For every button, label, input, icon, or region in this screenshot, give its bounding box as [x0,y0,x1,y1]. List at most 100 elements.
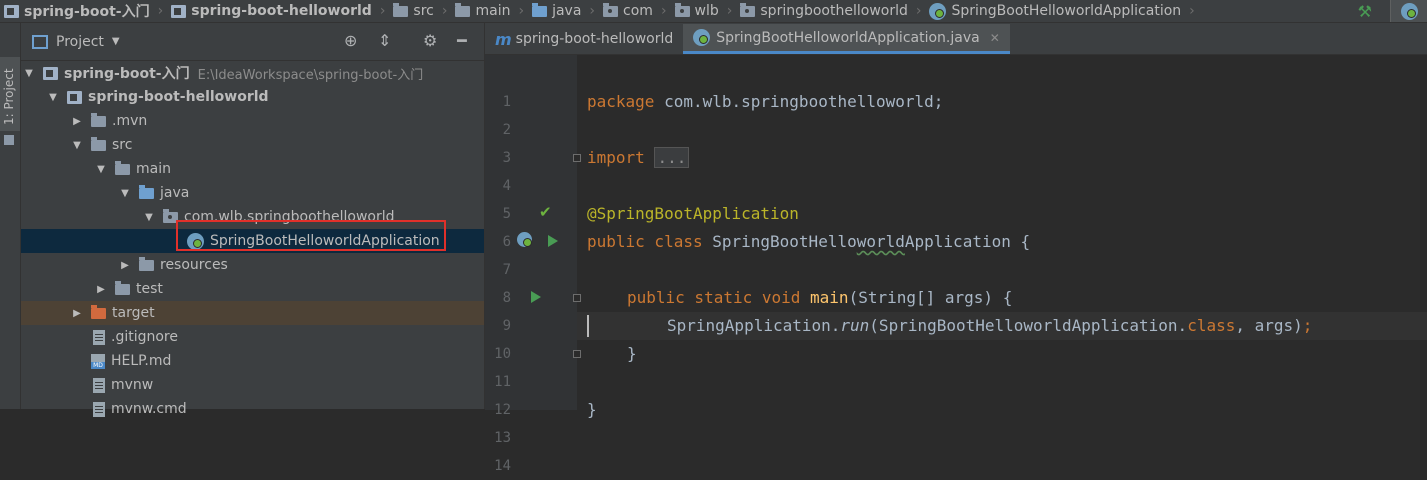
tree-item[interactable]: ▶ resources [21,253,484,277]
line-number: 9 [502,318,511,334]
expand-arrow-icon[interactable]: ▼ [95,164,107,175]
spring-class-icon [693,29,711,46]
hide-panel-icon[interactable]: ━ [457,33,467,49]
tab-application-java[interactable]: SpringBootHelloworldApplication.java ✕ [683,24,1010,54]
line-number: 1 [502,94,511,110]
breadcrumb-separator: › [1189,3,1195,19]
tree-icon-wrap [91,112,106,127]
tree-icon-wrap [91,377,105,393]
line-number: 10 [494,346,511,362]
tree-item[interactable]: ▶ test [21,277,484,301]
collapse-all-icon[interactable]: ⇕ [378,33,391,49]
line-number: 5 [502,206,511,222]
chevron-down-icon[interactable]: ▼ [112,36,120,47]
collapse-arrow-icon[interactable]: ▶ [71,308,83,319]
breadcrumb-item[interactable]: main [451,0,512,22]
line-number: 8 [502,290,511,306]
spring-autoconfig-icon[interactable]: ✔ [539,203,552,221]
project-icon [32,34,48,49]
folded-imports[interactable]: ... [654,147,690,168]
breadcrumb-separator: › [915,3,922,19]
breadcrumb-item[interactable]: java [528,0,583,22]
expand-arrow-icon[interactable]: ▼ [47,92,59,103]
markdown-file-icon: MD [91,353,105,369]
folder-icon [91,112,106,127]
folder-icon [91,136,106,151]
build-hammer-icon[interactable]: ⚒ [1358,2,1372,21]
expand-arrow-icon[interactable]: ▼ [71,140,83,151]
tree-item-label: target [112,305,155,321]
tree-item[interactable]: ▶ target [21,301,484,325]
breadcrumb-item[interactable]: spring-boot-helloworld [167,0,374,22]
left-tool-strip: 1: Project [0,23,21,409]
tree-icon-wrap [43,66,58,80]
breadcrumb-item[interactable]: springboothelloworld [736,0,909,22]
expand-arrow-icon[interactable]: ▼ [119,188,131,199]
navigation-bar: spring-boot-入门 › spring-boot-helloworld … [0,0,1427,23]
md-badge: MD [91,361,105,369]
collapse-arrow-icon[interactable]: ▶ [95,284,107,295]
code-area[interactable]: 1 2 3 4 5 6 7 8 9 10 11 12 13 14 ✔ package com.wlb.sp… [485,55,1427,474]
tree-item-label: HELP.md [111,353,172,369]
typo-underline: world [856,232,905,251]
gear-icon[interactable]: ⚙ [423,33,437,49]
tree-item[interactable]: ▶mvnw [21,373,484,397]
tree-item[interactable]: ▶.gitignore [21,325,484,349]
run-icon[interactable] [548,235,558,247]
tree-item[interactable]: ▼ spring-boot-入门 E:\IdeaWorkspace\spring-b… [21,61,484,85]
run-configuration-selector[interactable] [1390,0,1427,22]
fold-marker-icon[interactable] [573,294,581,302]
line-number: 6 [502,234,511,250]
package-icon [740,2,756,17]
file-icon [93,329,105,345]
expand-arrow-icon[interactable]: ▼ [143,212,155,223]
project-tool-window-tab[interactable]: 1: Project [0,57,20,131]
module-icon [4,4,19,18]
close-icon[interactable]: ✕ [990,31,1000,45]
line-number: 7 [502,262,511,278]
breadcrumb-item[interactable]: spring-boot-入门 [0,0,152,22]
folder-icon [115,160,130,175]
structure-icon[interactable] [4,135,14,145]
tree-item-label: spring-boot-入门 [64,66,190,82]
tree-icon-wrap [115,280,130,295]
module-icon [67,90,82,104]
locate-target-icon[interactable]: ⊕ [344,33,357,49]
line-number: 3 [502,150,511,166]
tree-item[interactable]: ▼ src [21,133,484,157]
breadcrumb-item[interactable]: src [389,0,435,22]
breadcrumb-item[interactable]: wlb [671,0,721,22]
project-view-selector[interactable]: Project [56,34,104,50]
fold-marker-icon[interactable] [573,350,581,358]
breadcrumb-separator: › [518,3,525,19]
collapse-arrow-icon[interactable]: ▶ [119,260,131,271]
code-line-9: public static void main(String[] args) { [627,288,1013,307]
spring-class-icon [929,2,947,20]
tree-item[interactable]: ▼ main [21,157,484,181]
tree-item-label: spring-boot-helloworld [88,89,269,105]
tree-item[interactable]: ▶mvnw.cmd [21,397,484,421]
collapse-arrow-icon[interactable]: ▶ [71,116,83,127]
excluded-folder-icon [91,304,106,319]
breadcrumb-item[interactable]: com [599,0,655,22]
fold-marker-icon[interactable] [573,154,581,162]
tree-item[interactable]: ▶MDHELP.md [21,349,484,373]
expand-arrow-icon[interactable]: ▼ [23,68,35,79]
code-line-10: SpringApplication.run(SpringBootHellowor… [667,316,1313,335]
tree-item-label: main [136,161,171,177]
tab-pom[interactable]: m spring-boot-helloworld [485,24,683,54]
breadcrumb-item[interactable]: SpringBootHelloworldApplication [925,0,1183,22]
toolbar-right: ⚒ [1358,0,1427,22]
run-icon[interactable] [531,291,541,303]
tree-icon-wrap: MD [91,353,105,369]
spring-boot-icon [1400,2,1418,20]
tree-item[interactable]: ▶ .mvn [21,109,484,133]
tree-item[interactable]: ▼ spring-boot-helloworld [21,85,484,109]
tree-icon-wrap [91,401,105,417]
tree-item-label: mvnw.cmd [111,401,187,417]
line-number: 2 [502,122,511,138]
tree-item[interactable]: ▼ java [21,181,484,205]
spring-class-icon[interactable] [517,232,532,247]
tree-icon-wrap [67,90,82,104]
line-number: 11 [494,374,511,390]
